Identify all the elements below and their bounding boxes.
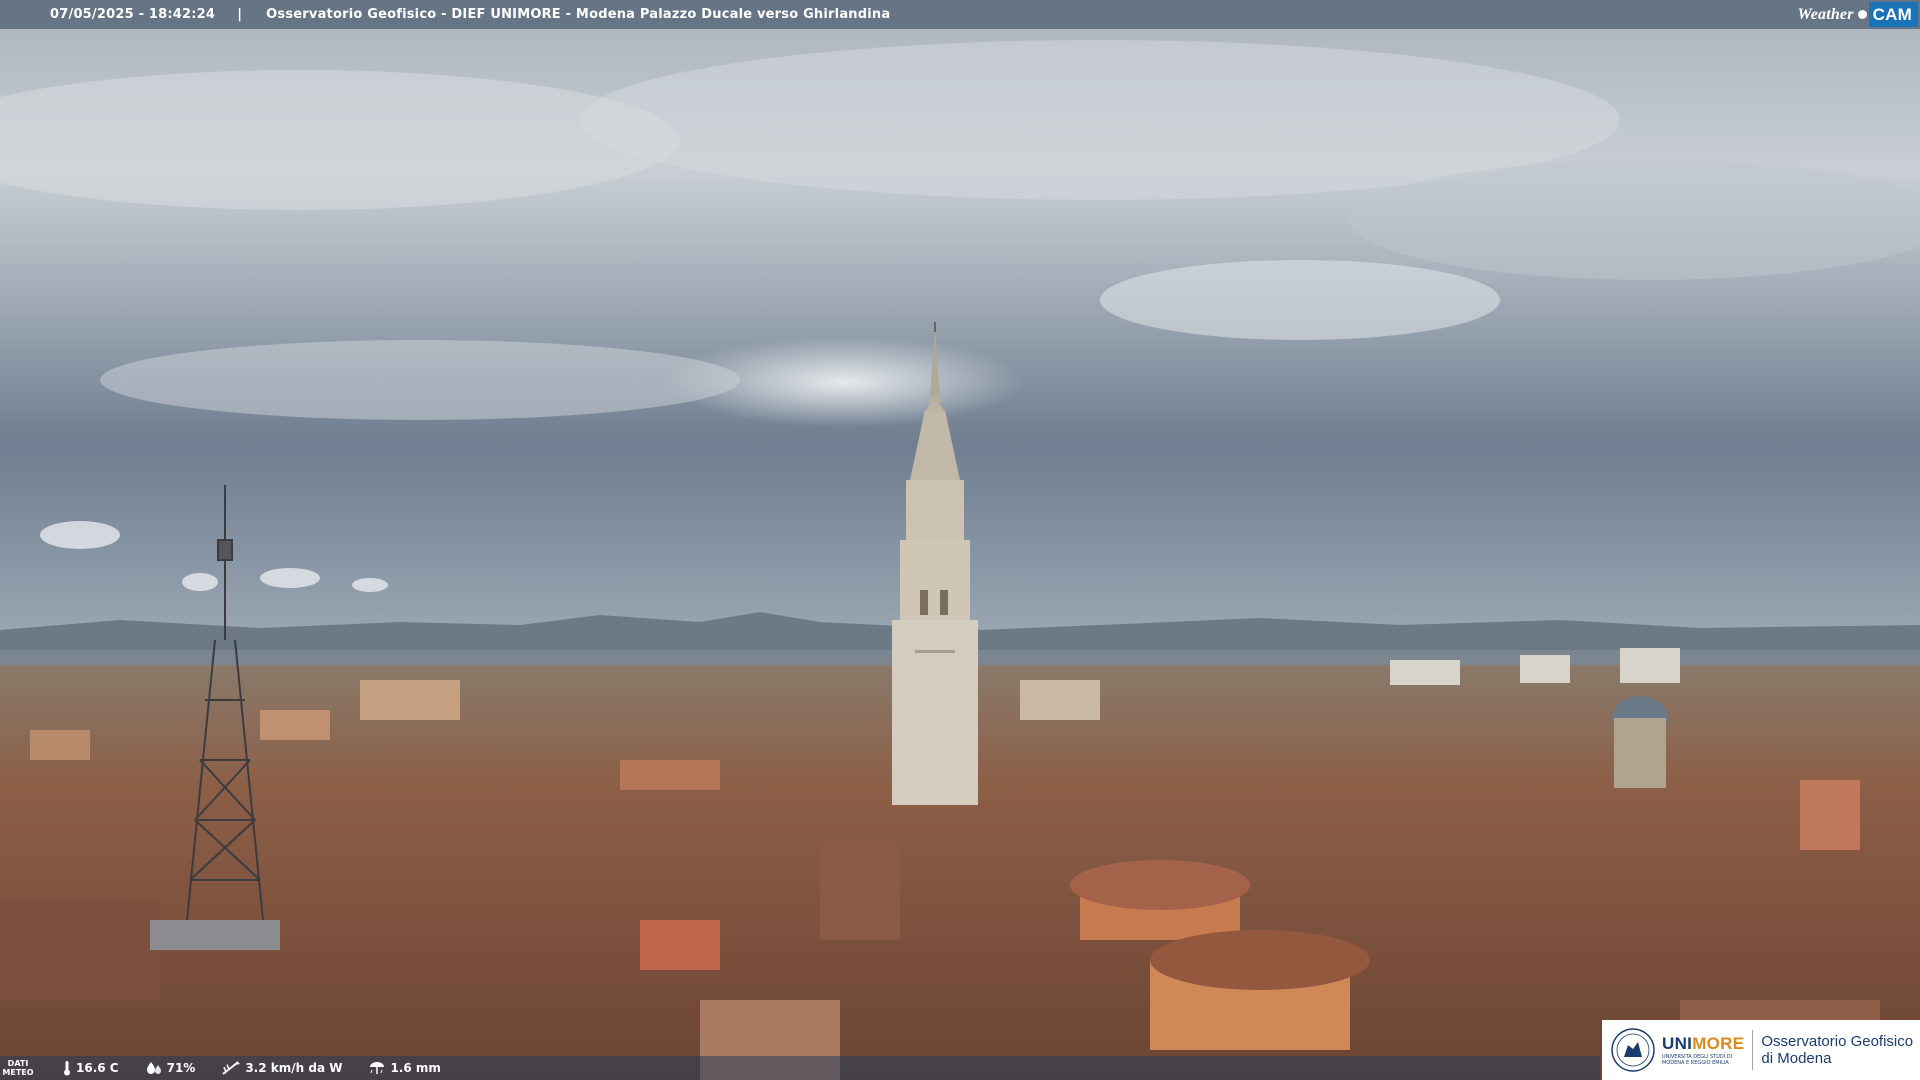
rain-gauge-icon — [370, 1062, 385, 1074]
unimore-logo: UNIMORE UNIVERSITÀ DEGLI STUDI DI MODENA… — [1662, 1034, 1744, 1066]
temperature-reading: 16.6 C — [62, 1060, 119, 1076]
wind-vane-icon — [222, 1061, 241, 1075]
capture-timestamp: 07/05/2025 - 18:42:24 — [50, 7, 216, 22]
thermometer-icon — [64, 1061, 70, 1076]
weather-data-label: DATI METEO — [2, 1059, 34, 1077]
header-separator: | — [237, 7, 243, 22]
weather-data-bar: DATI METEO 16.6 C 71% 3.2 km/h da W 1.6 … — [0, 1056, 1600, 1080]
camera-header-bar: 07/05/2025 - 18:42:24 | Osservatorio Geo… — [0, 0, 1920, 29]
unimore-name-more: MORE — [1692, 1034, 1745, 1053]
rain-reading: 1.6 mm — [368, 1060, 441, 1076]
unimore-subtitle: UNIVERSITÀ DEGLI STUDI DI MODENA E REGGI… — [1662, 1054, 1733, 1066]
webcam-image — [0, 0, 1920, 1080]
camera-title: Osservatorio Geofisico - DIEF UNIMORE - … — [266, 7, 891, 22]
humidity-drops-icon — [146, 1062, 161, 1074]
observatory-name: Osservatorio Geofisico di Modena — [1761, 1033, 1914, 1067]
wind-reading: 3.2 km/h da W — [221, 1060, 342, 1076]
unimore-branding-panel: UNIMORE UNIVERSITÀ DEGLI STUDI DI MODENA… — [1602, 1020, 1920, 1080]
unimore-name-uni: UNI — [1662, 1034, 1693, 1053]
humidity-reading: 71% — [145, 1060, 195, 1076]
weathercam-dot-icon — [1857, 10, 1867, 19]
weathercam-logo-cam: CAM — [1868, 2, 1918, 27]
university-seal-icon — [1611, 1028, 1655, 1072]
weathercam-logo-weather: Weather — [1797, 5, 1854, 23]
weathercam-logo: Weather CAM — [1797, 0, 1920, 29]
branding-divider — [1752, 1030, 1754, 1070]
